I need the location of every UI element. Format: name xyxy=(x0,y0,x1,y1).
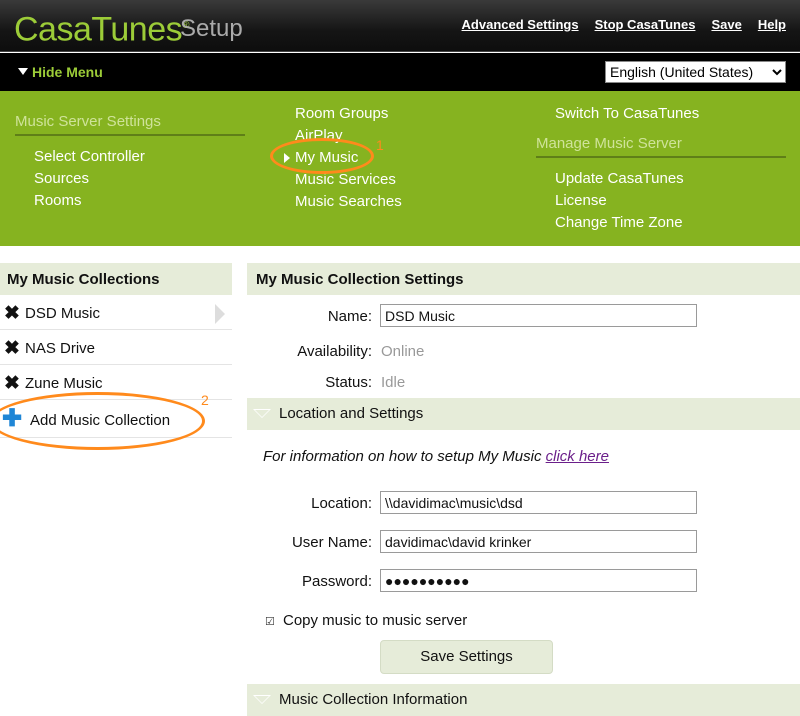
annotation-number-1: 1 xyxy=(376,137,384,153)
location-settings-section[interactable]: Location and Settings xyxy=(247,398,800,430)
stop-casatunes-link[interactable]: Stop CasaTunes xyxy=(595,17,696,32)
nav-rooms[interactable]: Rooms xyxy=(34,192,82,209)
nav-switch-to-casatunes[interactable]: Switch To CasaTunes xyxy=(555,105,699,122)
availability-value: Online xyxy=(381,343,425,360)
manage-music-server-heading: Manage Music Server xyxy=(536,135,786,158)
language-select[interactable]: English (United States) xyxy=(605,61,786,83)
annotation-circle-2 xyxy=(0,392,205,450)
name-field[interactable] xyxy=(380,304,697,327)
settings-title: My Music Collection Settings xyxy=(247,263,800,295)
nav-music-searches[interactable]: Music Searches xyxy=(295,193,402,210)
collection-item[interactable]: ✖ NAS Drive xyxy=(0,331,232,365)
location-field[interactable] xyxy=(380,491,697,514)
help-link[interactable]: Help xyxy=(758,17,786,32)
username-field[interactable] xyxy=(380,530,697,553)
save-settings-button[interactable]: Save Settings xyxy=(380,640,553,674)
nav-license[interactable]: License xyxy=(555,192,607,209)
save-link[interactable]: Save xyxy=(711,17,741,32)
page-subtitle: Setup xyxy=(180,15,243,42)
header-bar: CasaTunes® Setup Advanced Settings Stop … xyxy=(0,0,800,52)
delete-x-icon[interactable]: ✖ xyxy=(4,374,20,393)
status-value: Idle xyxy=(381,374,406,391)
music-server-settings-heading: Music Server Settings xyxy=(15,113,245,136)
triangle-down-icon xyxy=(18,68,28,75)
click-here-link[interactable]: click here xyxy=(546,448,609,465)
annotation-circle-1 xyxy=(270,138,374,174)
password-field[interactable] xyxy=(380,569,697,592)
advanced-settings-link[interactable]: Advanced Settings xyxy=(462,17,579,32)
name-label: Name: xyxy=(327,308,372,325)
collapse-triangle-icon xyxy=(253,695,271,704)
nav-change-time-zone[interactable]: Change Time Zone xyxy=(555,214,683,231)
password-label: Password: xyxy=(301,573,372,590)
selected-chevron-icon xyxy=(215,304,225,324)
nav-select-controller[interactable]: Select Controller xyxy=(34,148,145,165)
location-label: Location: xyxy=(311,495,372,512)
status-label: Status: xyxy=(325,374,372,391)
music-collection-info-section[interactable]: Music Collection Information xyxy=(247,684,800,716)
collections-title: My Music Collections xyxy=(0,263,232,295)
setup-info-text: For information on how to setup My Music… xyxy=(263,448,609,465)
casatunes-logo: CasaTunes® xyxy=(14,10,189,49)
collapse-triangle-icon xyxy=(253,409,271,418)
username-label: User Name: xyxy=(291,534,372,551)
delete-x-icon[interactable]: ✖ xyxy=(4,304,20,323)
delete-x-icon[interactable]: ✖ xyxy=(4,339,20,358)
annotation-number-2: 2 xyxy=(201,392,209,408)
availability-label: Availability: xyxy=(297,343,372,360)
nav-update-casatunes[interactable]: Update CasaTunes xyxy=(555,170,684,187)
nav-room-groups[interactable]: Room Groups xyxy=(295,105,388,122)
checkbox-checked-icon[interactable]: ☑ xyxy=(265,617,276,628)
nav-sources[interactable]: Sources xyxy=(34,170,89,187)
top-links: Advanced Settings Stop CasaTunes Save He… xyxy=(462,17,786,32)
hide-menu-toggle[interactable]: Hide Menu xyxy=(18,64,103,80)
collection-item[interactable]: ✖ DSD Music xyxy=(0,296,232,330)
copy-music-option[interactable]: ☑ Copy music to music server xyxy=(265,612,467,629)
